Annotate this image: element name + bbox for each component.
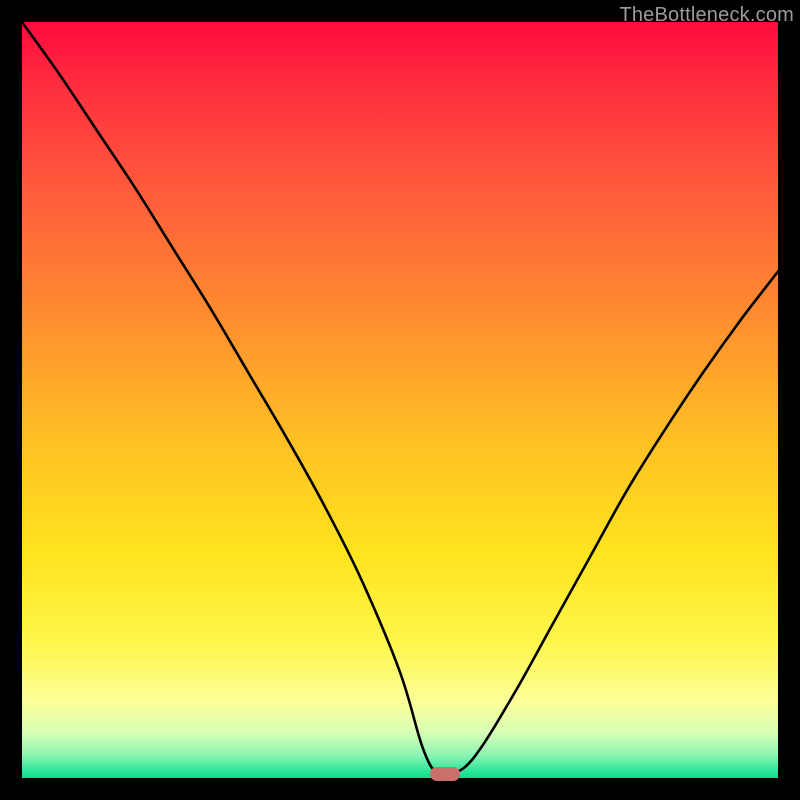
curve-path bbox=[22, 22, 778, 777]
plot-area bbox=[22, 22, 778, 778]
chart-frame: TheBottleneck.com bbox=[0, 0, 800, 800]
bottleneck-curve bbox=[22, 22, 778, 778]
watermark-label: TheBottleneck.com bbox=[619, 4, 794, 27]
optimal-marker bbox=[430, 767, 460, 781]
